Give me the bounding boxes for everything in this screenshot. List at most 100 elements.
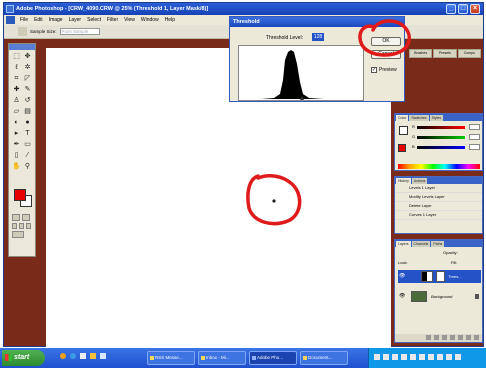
jump-to-imageready-icon[interactable] [12, 231, 24, 238]
new-set-icon[interactable] [450, 335, 455, 340]
new-layer-icon[interactable] [466, 335, 471, 340]
history-item[interactable]: Delete Layer [395, 202, 482, 211]
folder-icon[interactable] [90, 353, 96, 359]
sample-size-select[interactable]: Point Sample [59, 28, 100, 36]
r-slider[interactable] [417, 126, 465, 129]
tab-channels[interactable]: Channels [411, 241, 431, 247]
pen-tool-icon[interactable]: ✒ [12, 140, 21, 149]
panel-background-swatch[interactable] [398, 144, 406, 152]
lasso-tool-icon[interactable]: ℓ [12, 63, 21, 72]
taskbar-item-photoshop[interactable]: Adobe Pho... [249, 351, 297, 365]
layer-row-background[interactable]: 👁 Background [398, 290, 481, 303]
tray-icon[interactable] [428, 354, 434, 360]
type-tool-icon[interactable]: T [23, 129, 32, 138]
tray-icon[interactable] [446, 354, 452, 360]
browser-icon[interactable] [60, 353, 66, 359]
magic-wand-tool-icon[interactable]: ✲ [23, 63, 32, 72]
trash-icon[interactable] [474, 335, 479, 340]
notes-tool-icon[interactable]: ▯ [12, 151, 21, 160]
internet-explorer-icon[interactable] [70, 353, 76, 359]
blur-tool-icon[interactable]: ◐ [12, 118, 21, 127]
menu-select[interactable]: Select [84, 15, 104, 25]
slice-tool-icon[interactable]: ◸ [23, 74, 32, 83]
eye-icon[interactable]: 👁 [399, 293, 405, 299]
tray-icon[interactable] [410, 354, 416, 360]
layer-style-icon[interactable] [434, 335, 439, 340]
menu-file[interactable]: File [17, 15, 31, 25]
stamp-tool-icon[interactable]: ♙ [12, 96, 21, 105]
taskbar-item-document[interactable]: Document... [300, 351, 348, 365]
history-item[interactable]: Curves 1 Layer [395, 211, 482, 220]
b-value-field[interactable] [469, 144, 480, 150]
history-brush-tool-icon[interactable]: ↺ [23, 96, 32, 105]
layer-mask-thumbnail[interactable] [436, 271, 445, 282]
shape-tool-icon[interactable]: ▭ [23, 140, 32, 149]
menu-window[interactable]: Window [138, 15, 162, 25]
eye-icon[interactable]: 👁 [399, 273, 405, 279]
ok-button[interactable]: OK [371, 37, 401, 46]
new-adjustment-layer-icon[interactable] [458, 335, 463, 340]
tray-icon[interactable] [401, 354, 407, 360]
threshold-level-input[interactable]: 128 [312, 33, 324, 41]
taskbar-item-rss[interactable]: RSS Messe... [147, 351, 195, 365]
tab-paths[interactable]: Paths [431, 241, 445, 247]
tab-layers[interactable]: Layers [396, 241, 411, 247]
dodge-tool-icon[interactable]: ● [23, 118, 32, 127]
tray-icon[interactable] [455, 354, 461, 360]
eraser-tool-icon[interactable]: ▱ [12, 107, 21, 116]
screen-mode-standard-icon[interactable] [12, 223, 17, 229]
quick-mask-mode-icon[interactable] [22, 214, 30, 221]
palette-well-tab-comps[interactable]: Comps [457, 49, 481, 58]
menu-view[interactable]: View [121, 15, 138, 25]
brush-tool-icon[interactable]: ✎ [23, 85, 32, 94]
preview-check-icon[interactable]: ✓ [371, 67, 377, 73]
tab-color[interactable]: Color [396, 115, 409, 121]
history-item[interactable]: Modify Levels Layer [395, 193, 482, 202]
screen-mode-menu-icon[interactable] [19, 223, 24, 229]
link-layers-icon[interactable] [426, 335, 431, 340]
tray-icon[interactable] [383, 354, 389, 360]
color-spectrum-bar[interactable] [398, 164, 480, 169]
screen-mode-full-icon[interactable] [26, 223, 31, 229]
move-tool-icon[interactable]: ✥ [23, 52, 32, 61]
threshold-histogram[interactable] [238, 45, 364, 101]
start-button[interactable]: start [2, 350, 45, 366]
g-value-field[interactable] [469, 134, 480, 140]
panel-foreground-swatch[interactable] [399, 126, 408, 135]
tray-icon[interactable] [437, 354, 443, 360]
menu-filter[interactable]: Filter [104, 15, 121, 25]
menu-help[interactable]: Help [162, 15, 178, 25]
palette-well-tab-presets[interactable]: Presets [433, 49, 457, 58]
r-value-field[interactable] [469, 124, 480, 130]
add-mask-icon[interactable] [442, 335, 447, 340]
tray-icon[interactable] [392, 354, 398, 360]
healing-brush-tool-icon[interactable]: ✚ [12, 85, 21, 94]
minimize-button[interactable]: _ [446, 4, 456, 14]
b-slider[interactable] [417, 146, 465, 149]
preview-checkbox[interactable]: ✓ Preview [371, 67, 397, 73]
menu-layer[interactable]: Layer [66, 15, 85, 25]
media-icon[interactable] [100, 353, 106, 359]
taskbar-item-inbox[interactable]: Inbox - Mi... [198, 351, 246, 365]
menu-image[interactable]: Image [46, 15, 66, 25]
close-button[interactable]: × [470, 4, 480, 14]
cancel-button[interactable]: Cancel [371, 50, 401, 59]
tab-styles[interactable]: Styles [429, 115, 444, 121]
eyedropper-tool-icon[interactable] [18, 27, 27, 36]
show-desktop-icon[interactable] [80, 353, 86, 359]
foreground-color-swatch[interactable] [14, 189, 26, 201]
crop-tool-icon[interactable]: ⌗ [12, 74, 21, 83]
layer-row-threshold[interactable]: 👁 Thres... [398, 270, 481, 283]
gradient-tool-icon[interactable]: ▤ [23, 107, 32, 116]
tab-swatches[interactable]: Swatches [409, 115, 429, 121]
photoshop-menu-icon[interactable] [6, 16, 15, 24]
tray-icon[interactable] [374, 354, 380, 360]
path-selection-tool-icon[interactable]: ▸ [12, 129, 21, 138]
zoom-tool-icon[interactable]: ⚲ [23, 162, 32, 171]
maximize-button[interactable]: □ [458, 4, 468, 14]
tray-icon[interactable] [419, 354, 425, 360]
standard-mode-icon[interactable] [12, 214, 20, 221]
eyedropper-tool-icon-box[interactable]: ⁄ [23, 151, 32, 160]
hand-tool-icon[interactable]: ✋ [12, 162, 21, 171]
palette-well-tab-brushes[interactable]: Brushes [409, 49, 433, 58]
